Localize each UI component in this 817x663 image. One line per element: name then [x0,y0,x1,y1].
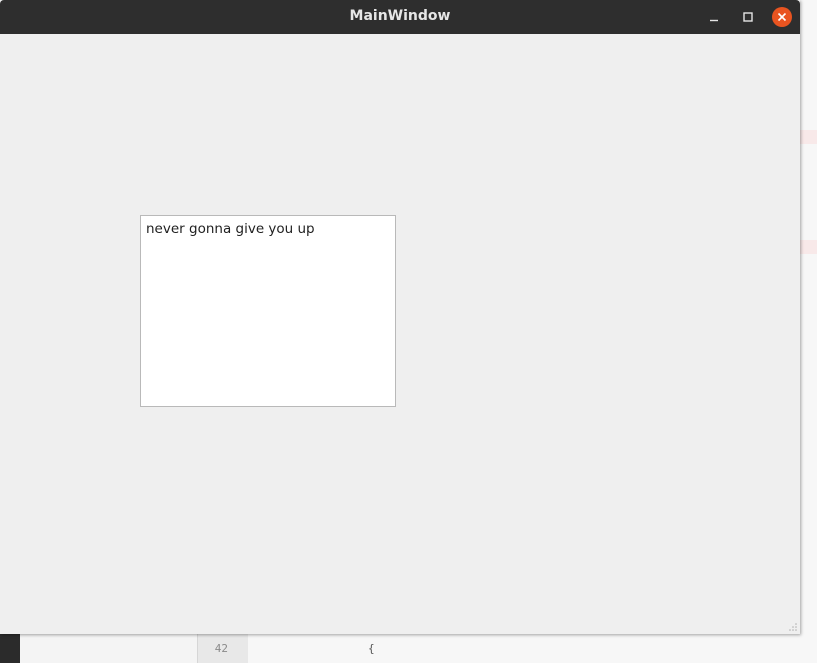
minimize-button[interactable] [704,7,724,27]
size-grip-icon[interactable] [786,620,798,632]
window-title: MainWindow [349,8,451,24]
title-bar[interactable]: MainWindow [0,0,800,34]
central-widget: never gonna give you up [0,34,800,634]
background-editor-edge [800,0,817,663]
text-edit[interactable]: never gonna give you up [140,215,396,407]
line-number: 42 [214,642,228,655]
code-line: { [368,642,375,655]
close-button[interactable] [772,7,792,27]
main-window: MainWindow never gonna give you up [0,0,800,634]
minimize-icon [710,19,718,22]
maximize-icon [743,12,753,22]
background-highlight-row [800,130,817,144]
close-icon [777,12,787,22]
text-edit-content[interactable]: never gonna give you up [146,221,315,237]
background-highlight-row [800,240,817,254]
background-line-gutter: 42 [198,634,248,663]
background-code-editor: 42 { [197,634,817,663]
maximize-button[interactable] [738,7,758,27]
background-dark-panel [0,634,20,663]
